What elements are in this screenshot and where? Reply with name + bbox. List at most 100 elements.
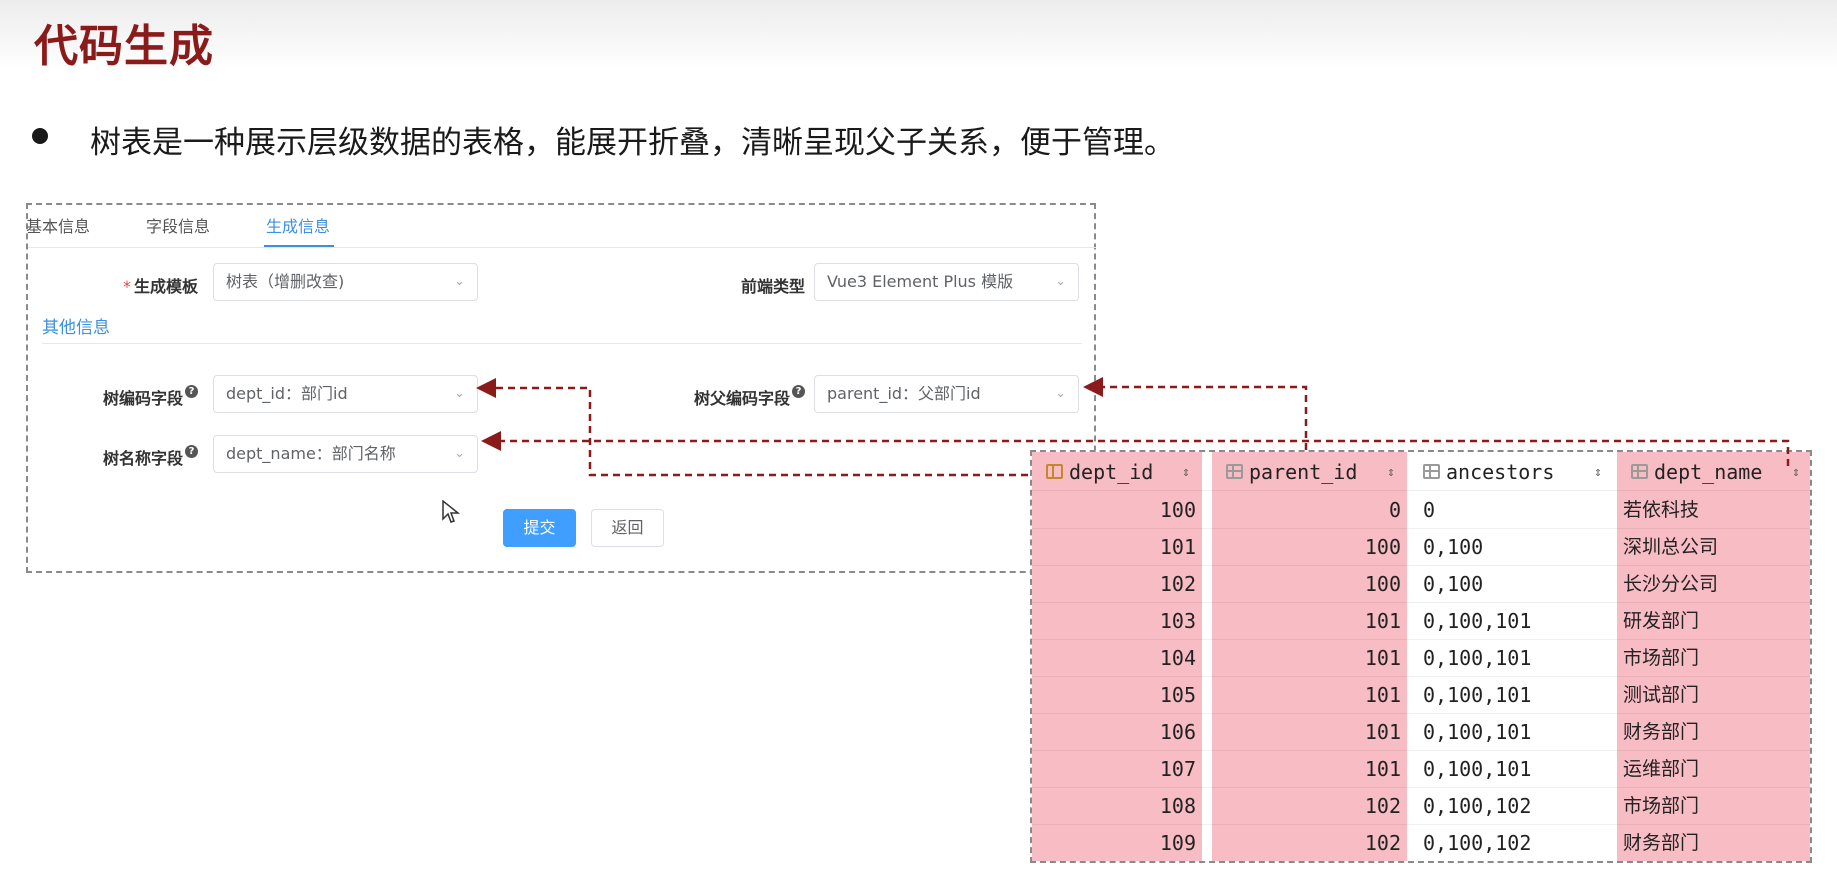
sort-icon[interactable]: ⇕	[1182, 454, 1190, 491]
cell-dept-id[interactable]: 107	[1032, 751, 1202, 788]
column-icon	[1423, 464, 1440, 479]
frontend-type-select-value: Vue3 Element Plus 模版	[827, 272, 1014, 291]
table-row[interactable]: 105 101 0,100,101 测试部门	[1032, 677, 1810, 714]
table-row[interactable]: 100 0 0 若依科技	[1032, 492, 1810, 529]
help-icon[interactable]: ?	[792, 385, 805, 398]
cell-ancestors[interactable]: 0,100,101	[1417, 640, 1612, 677]
cell-ancestors[interactable]: 0,100,101	[1417, 714, 1612, 751]
cell-parent-id[interactable]: 100	[1212, 566, 1407, 603]
cell-dept-name[interactable]: 深圳总公司	[1617, 529, 1810, 566]
tree-parent-select[interactable]: parent_id：父部门id ⌄	[814, 375, 1079, 413]
cell-ancestors[interactable]: 0,100	[1417, 566, 1612, 603]
arrow-parent-id	[1083, 377, 1308, 450]
cell-dept-name[interactable]: 若依科技	[1617, 492, 1810, 529]
sort-icon[interactable]: ⇕	[1792, 454, 1800, 491]
cell-ancestors[interactable]: 0	[1417, 492, 1612, 529]
cell-dept-id[interactable]: 109	[1032, 825, 1202, 861]
header-parent-id[interactable]: parent_id	[1220, 454, 1410, 491]
tab-field-info[interactable]: 字段信息	[146, 213, 210, 237]
template-label-text: 生成模板	[133, 277, 198, 296]
cell-dept-id[interactable]: 108	[1032, 788, 1202, 825]
tree-parent-label: 树父编码字段?	[635, 385, 805, 409]
table-row[interactable]: 103 101 0,100,101 研发部门	[1032, 603, 1810, 640]
submit-button[interactable]: 提交	[503, 509, 576, 547]
header-parent-id-label: parent_id	[1249, 460, 1358, 484]
header-dept-name-label: dept_name	[1654, 460, 1763, 484]
tree-code-select-value: dept_id：部门id	[226, 384, 348, 403]
back-button[interactable]: 返回	[591, 509, 664, 547]
tree-name-select-value: dept_name：部门名称	[226, 444, 396, 463]
header-ancestors-label: ancestors	[1446, 460, 1555, 484]
cell-dept-name[interactable]: 市场部门	[1617, 640, 1810, 677]
cell-parent-id[interactable]: 101	[1212, 714, 1407, 751]
title-band	[0, 0, 1837, 70]
gen-info-form: 基本信息 字段信息 生成信息 * 生成模板 树表（增删改查) ⌄ 前端类型 Vue…	[26, 203, 1096, 573]
template-select-value: 树表（增删改查)	[226, 272, 345, 291]
cell-ancestors[interactable]: 0,100,101	[1417, 677, 1612, 714]
tree-code-label: 树编码字段?	[28, 385, 198, 409]
cell-dept-id[interactable]: 105	[1032, 677, 1202, 714]
cell-dept-name[interactable]: 测试部门	[1617, 677, 1810, 714]
template-label: * 生成模板	[28, 273, 198, 297]
cell-dept-id[interactable]: 103	[1032, 603, 1202, 640]
tree-name-select[interactable]: dept_name：部门名称 ⌄	[213, 435, 478, 473]
chevron-down-icon: ⌄	[1055, 274, 1066, 289]
table-row[interactable]: 108 102 0,100,102 市场部门	[1032, 788, 1810, 825]
cell-ancestors[interactable]: 0,100	[1417, 529, 1612, 566]
cell-parent-id[interactable]: 101	[1212, 640, 1407, 677]
chevron-down-icon: ⌄	[454, 274, 465, 289]
cell-parent-id[interactable]: 102	[1212, 788, 1407, 825]
cell-parent-id[interactable]: 101	[1212, 603, 1407, 640]
dept-table: dept_id ⇕ parent_id ⇕ ancestors ⇕ dept_n…	[1030, 450, 1812, 863]
tree-parent-select-value: parent_id：父部门id	[827, 384, 981, 403]
tab-basic-info[interactable]: 基本信息	[26, 213, 90, 237]
table-row[interactable]: 102 100 0,100 长沙分公司	[1032, 566, 1810, 603]
cell-dept-name[interactable]: 运维部门	[1617, 751, 1810, 788]
frontend-type-select[interactable]: Vue3 Element Plus 模版 ⌄	[814, 263, 1079, 301]
header-ancestors[interactable]: ancestors	[1417, 454, 1617, 491]
template-select[interactable]: 树表（增删改查) ⌄	[213, 263, 478, 301]
table-row[interactable]: 109 102 0,100,102 财务部门	[1032, 825, 1810, 861]
cell-parent-id[interactable]: 101	[1212, 677, 1407, 714]
table-header-row: dept_id ⇕ parent_id ⇕ ancestors ⇕ dept_n…	[1032, 454, 1810, 491]
cell-parent-id[interactable]: 102	[1212, 825, 1407, 861]
required-mark: *	[122, 277, 131, 296]
tree-name-label-text: 树名称字段	[102, 449, 183, 468]
table-row[interactable]: 101 100 0,100 深圳总公司	[1032, 529, 1810, 566]
sort-icon[interactable]: ⇕	[1387, 454, 1395, 491]
header-dept-id-label: dept_id	[1069, 460, 1154, 484]
cell-ancestors[interactable]: 0,100,102	[1417, 788, 1612, 825]
cell-dept-id[interactable]: 100	[1032, 492, 1202, 529]
sort-icon[interactable]: ⇕	[1594, 454, 1602, 491]
cell-dept-name[interactable]: 财务部门	[1617, 714, 1810, 751]
chevron-down-icon: ⌄	[454, 446, 465, 461]
tab-gen-info[interactable]: 生成信息	[266, 213, 330, 237]
cell-ancestors[interactable]: 0,100,102	[1417, 825, 1612, 861]
cell-dept-name[interactable]: 财务部门	[1617, 825, 1810, 861]
cell-dept-id[interactable]: 106	[1032, 714, 1202, 751]
frontend-type-label: 前端类型	[740, 277, 805, 296]
header-dept-name[interactable]: dept_name	[1625, 454, 1810, 491]
cell-dept-id[interactable]: 104	[1032, 640, 1202, 677]
bullet-text: 树表是一种展示层级数据的表格，能展开折叠，清晰呈现父子关系，便于管理。	[90, 125, 1175, 161]
cell-dept-name[interactable]: 研发部门	[1617, 603, 1810, 640]
cell-dept-name[interactable]: 长沙分公司	[1617, 566, 1810, 603]
cell-parent-id[interactable]: 0	[1212, 492, 1407, 529]
table-row[interactable]: 106 101 0,100,101 财务部门	[1032, 714, 1810, 751]
help-icon[interactable]: ?	[185, 385, 198, 398]
bullet-dot	[32, 128, 48, 144]
cell-dept-id[interactable]: 101	[1032, 529, 1202, 566]
table-row[interactable]: 104 101 0,100,101 市场部门	[1032, 640, 1810, 677]
cell-dept-id[interactable]: 102	[1032, 566, 1202, 603]
cell-parent-id[interactable]: 101	[1212, 751, 1407, 788]
header-dept-id[interactable]: dept_id	[1040, 454, 1205, 491]
cell-parent-id[interactable]: 100	[1212, 529, 1407, 566]
help-icon[interactable]: ?	[185, 445, 198, 458]
table-row[interactable]: 107 101 0,100,101 运维部门	[1032, 751, 1810, 788]
slide-title: 代码生成	[34, 21, 214, 72]
cell-ancestors[interactable]: 0,100,101	[1417, 603, 1612, 640]
tree-parent-label-text: 树父编码字段	[693, 389, 790, 408]
cell-dept-name[interactable]: 市场部门	[1617, 788, 1810, 825]
tree-code-select[interactable]: dept_id：部门id ⌄	[213, 375, 478, 413]
cell-ancestors[interactable]: 0,100,101	[1417, 751, 1612, 788]
